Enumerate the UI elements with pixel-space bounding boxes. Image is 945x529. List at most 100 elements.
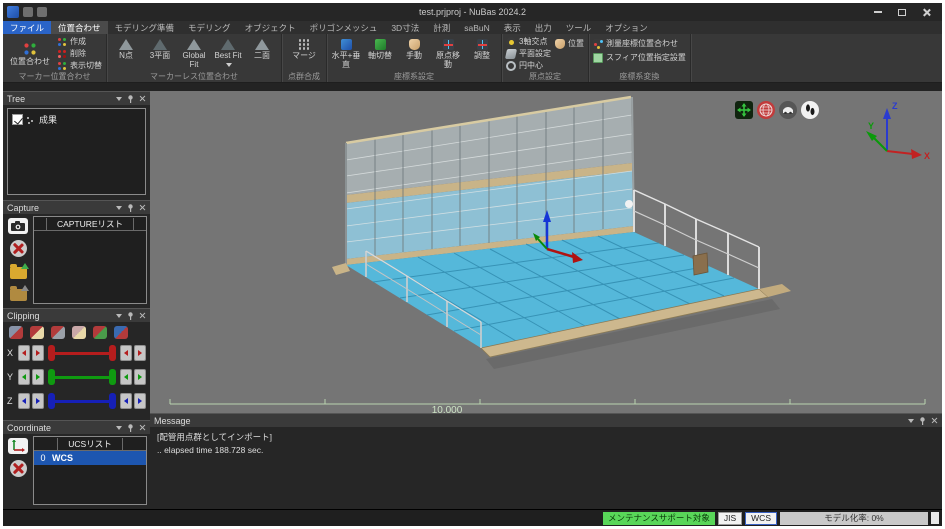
fit-view-button[interactable] — [735, 101, 753, 119]
manual-button[interactable]: 手動 — [399, 36, 429, 71]
pin-icon[interactable] — [919, 417, 926, 425]
adjust-button[interactable]: 調整 — [467, 36, 497, 71]
capture-list[interactable]: CAPTUREリスト — [33, 216, 147, 304]
n-point-button[interactable]: N点 — [111, 36, 141, 71]
pin-icon[interactable] — [127, 424, 134, 432]
ucs-list[interactable]: UCSリスト 0 WCS — [33, 436, 147, 505]
align-button[interactable]: 位置合わせ — [7, 36, 53, 71]
clip-z-min-dec-button[interactable] — [18, 393, 30, 409]
clip-y-min-handle[interactable] — [48, 369, 55, 385]
app-icon[interactable] — [7, 6, 19, 18]
clip-x-max-inc-button[interactable] — [134, 345, 146, 361]
menu-sabun[interactable]: saBuN — [457, 21, 497, 34]
clipping-person-icon[interactable] — [114, 326, 128, 339]
close-icon[interactable] — [139, 312, 146, 319]
message-log[interactable]: [配管用点群としてインポート] .. elapsed time 188.728 … — [150, 427, 942, 461]
minimize-button[interactable] — [866, 3, 890, 21]
close-button[interactable] — [914, 3, 938, 21]
ucs-create-button[interactable] — [8, 438, 28, 454]
tree-item-checkbox[interactable] — [12, 114, 23, 125]
standard-badge[interactable]: JIS — [718, 512, 742, 525]
clip-x-slider[interactable] — [48, 345, 116, 361]
clip-y-max-dec-button[interactable] — [120, 369, 132, 385]
drive-mode-button[interactable] — [779, 101, 797, 119]
clip-y-max-handle[interactable] — [109, 369, 116, 385]
clip-z-min-handle[interactable] — [48, 393, 55, 409]
clip-x-min-handle[interactable] — [48, 345, 55, 361]
viewport-3d[interactable]: Z X Y 10.000 — [150, 91, 942, 413]
three-plane-button[interactable]: 3平面 — [145, 36, 175, 71]
clip-y-max-inc-button[interactable] — [134, 369, 146, 385]
clipping-mode-icon-2[interactable] — [30, 326, 44, 339]
plane-setting-button[interactable]: 平面設定 — [506, 48, 551, 59]
capture-export-button[interactable] — [10, 289, 27, 301]
clip-x-max-dec-button[interactable] — [120, 345, 132, 361]
clip-z-max-dec-button[interactable] — [120, 393, 132, 409]
menu-file[interactable]: ファイル — [3, 21, 51, 34]
dropdown-icon[interactable] — [116, 314, 122, 318]
pin-icon[interactable] — [127, 95, 134, 103]
save-icon[interactable] — [23, 7, 33, 17]
marker-delete-button[interactable]: 削除 — [57, 48, 102, 59]
clipping-mode-icon-4[interactable] — [72, 326, 86, 339]
maximize-button[interactable] — [890, 3, 914, 21]
ucs-row-selected[interactable]: 0 WCS — [34, 451, 146, 465]
clip-z-min-inc-button[interactable] — [32, 393, 44, 409]
coordinate-system-badge[interactable]: WCS — [745, 512, 777, 525]
dropdown-icon[interactable] — [116, 97, 122, 101]
clip-y-slider[interactable] — [48, 369, 116, 385]
marker-create-button[interactable]: 作成 — [57, 36, 102, 47]
close-icon[interactable] — [931, 417, 938, 424]
menu-object[interactable]: オブジェクト — [238, 21, 303, 34]
menu-3d-dimension[interactable]: 3D寸法 — [384, 21, 426, 34]
capture-import-button[interactable] — [10, 267, 27, 279]
pin-icon[interactable] — [127, 204, 134, 212]
merge-button[interactable]: マージ — [286, 36, 322, 71]
clip-x-max-handle[interactable] — [109, 345, 116, 361]
menu-modeling[interactable]: モデリング — [181, 21, 238, 34]
horizontal-vertical-button[interactable]: 水平+垂直 — [331, 36, 361, 71]
ucs-delete-button[interactable] — [10, 460, 27, 477]
menu-options[interactable]: オプション — [598, 21, 655, 34]
clipping-mode-icon-3[interactable] — [51, 326, 65, 339]
survey-align-button[interactable]: 測量座標位置合わせ — [593, 38, 686, 49]
pin-icon[interactable] — [127, 312, 134, 320]
clipping-mode-icon-1[interactable] — [9, 326, 23, 339]
axis3-intersection-button[interactable]: 3軸交点 — [506, 36, 551, 47]
globe-view-button[interactable] — [757, 101, 775, 119]
sphere-placement-button[interactable]: スフィア位置指定設置 — [593, 52, 686, 63]
clip-z-max-handle[interactable] — [109, 393, 116, 409]
menu-measure[interactable]: 計測 — [426, 21, 457, 34]
walk-mode-button[interactable] — [801, 101, 819, 119]
position-button[interactable]: 位置 — [555, 38, 584, 49]
origin-move-button[interactable]: 原点移動 — [433, 36, 463, 71]
dropdown-icon[interactable] — [116, 206, 122, 210]
clip-x-min-inc-button[interactable] — [32, 345, 44, 361]
dropdown-icon[interactable] — [908, 419, 914, 423]
axis-switch-button[interactable]: 軸切替 — [365, 36, 395, 71]
capture-delete-button[interactable] — [10, 240, 27, 257]
close-icon[interactable] — [139, 204, 146, 211]
clip-y-min-inc-button[interactable] — [32, 369, 44, 385]
circle-center-button[interactable]: 円中心 — [506, 60, 551, 71]
global-fit-button[interactable]: Global Fit — [179, 36, 209, 71]
clip-y-min-dec-button[interactable] — [18, 369, 30, 385]
settings-icon[interactable] — [37, 7, 47, 17]
menu-polygon-mesh[interactable]: ポリゴンメッシュ — [303, 21, 385, 34]
resize-grip[interactable] — [931, 512, 939, 524]
clip-z-slider[interactable] — [48, 393, 116, 409]
menu-modeling-prep[interactable]: モデリング準備 — [108, 21, 182, 34]
clip-z-max-inc-button[interactable] — [134, 393, 146, 409]
tree-item[interactable]: 成果 — [8, 109, 145, 130]
menu-alignment[interactable]: 位置合わせ — [51, 21, 108, 34]
point-cloud-scene[interactable]: Z X Y — [150, 91, 942, 413]
best-fit-button[interactable]: Best Fit — [213, 36, 243, 71]
capture-camera-button[interactable] — [8, 218, 28, 234]
menu-display[interactable]: 表示 — [497, 21, 528, 34]
dropdown-icon[interactable] — [116, 426, 122, 430]
clipping-mode-icon-5[interactable] — [93, 326, 107, 339]
two-plane-button[interactable]: 二面 — [247, 36, 277, 71]
marker-toggle-view-button[interactable]: 表示切替 — [57, 60, 102, 71]
menu-output[interactable]: 出力 — [528, 21, 559, 34]
close-icon[interactable] — [139, 424, 146, 431]
